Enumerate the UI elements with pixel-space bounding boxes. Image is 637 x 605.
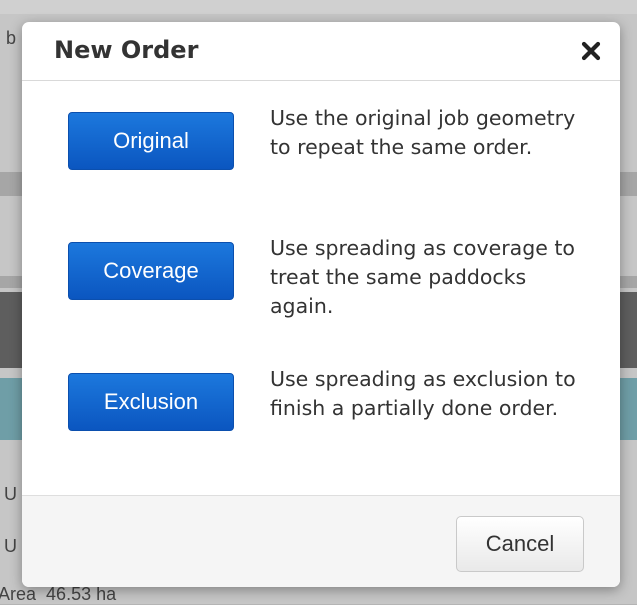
cancel-button[interactable]: Cancel xyxy=(456,516,584,572)
bg-letter: b xyxy=(6,28,17,48)
new-order-dialog: New Order Original Use the original job … xyxy=(22,22,620,587)
option-description: Use the original job geometry to repeat … xyxy=(270,106,576,159)
dialog-header: New Order xyxy=(22,22,620,81)
bg-row-label: U xyxy=(4,536,17,556)
close-icon[interactable] xyxy=(580,40,602,62)
coverage-button[interactable]: Coverage xyxy=(68,242,234,300)
dialog-title: New Order xyxy=(54,36,199,64)
dialog-footer: Cancel xyxy=(22,495,620,587)
option-description: Use spreading as exclusion to finish a p… xyxy=(270,367,576,420)
original-button[interactable]: Original xyxy=(68,112,234,170)
exclusion-button[interactable]: Exclusion xyxy=(68,373,234,431)
bg-top-bar xyxy=(0,0,637,14)
bg-area-label: Area 46.53 ha xyxy=(0,584,117,604)
bg-row-label: U xyxy=(4,484,17,504)
option-description: Use spreading as coverage to treat the s… xyxy=(270,236,575,318)
